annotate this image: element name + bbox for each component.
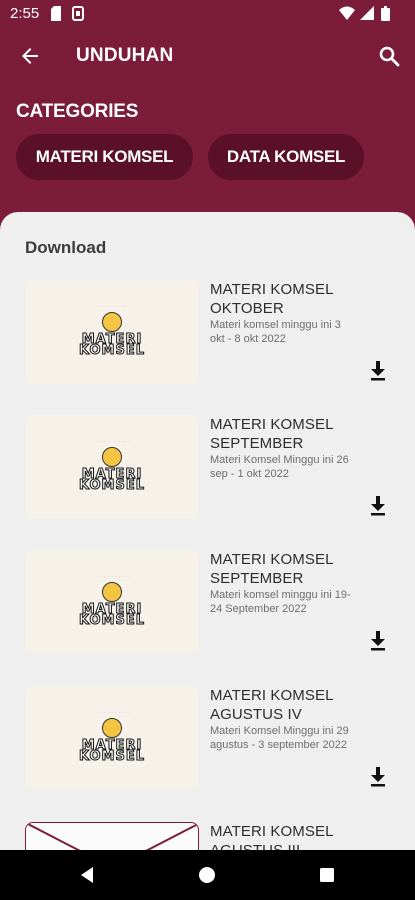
categories-title: CATEGORIES bbox=[16, 101, 139, 122]
category-chip-materi-komsel[interactable]: MATERI KOMSEL bbox=[16, 134, 193, 180]
thumbnail-title-line2: KOMSEL bbox=[78, 343, 145, 359]
mascot-image bbox=[102, 312, 122, 332]
mascot-image bbox=[102, 582, 122, 602]
download-sheet: Download · · · · · · · · · · · · · · · ·… bbox=[0, 212, 415, 850]
download-item[interactable]: · · · · · · · · · · · · · · · · MATERI K… bbox=[0, 280, 415, 390]
item-thumbnail bbox=[25, 822, 199, 850]
download-icon[interactable] bbox=[369, 361, 387, 381]
status-bar: 2:55 bbox=[0, 0, 415, 28]
category-chip-data-komsel[interactable]: DATA KOMSEL bbox=[208, 134, 364, 180]
nav-home-icon[interactable] bbox=[197, 865, 217, 885]
download-heading: Download bbox=[25, 238, 107, 257]
envelope-image bbox=[26, 823, 198, 850]
item-thumbnail: · · · · · · · · · · · · · · · · MATERI K… bbox=[25, 280, 199, 384]
download-item[interactable]: · · · · · · · · · · · · · · · · MATERI K… bbox=[0, 686, 415, 796]
item-title: MATERI KOMSEL OKTOBER bbox=[210, 281, 333, 317]
item-thumbnail: · · · · · · · · · · · · · · · · MATERI K… bbox=[25, 550, 199, 654]
item-description: Materi Komsel Minggu ini 29 agustus - 3 … bbox=[210, 725, 349, 751]
download-item[interactable]: · · · · · · · · · · · · · · · · MATERI K… bbox=[0, 550, 415, 660]
mascot-image bbox=[102, 718, 122, 738]
signal-icon bbox=[360, 6, 374, 20]
search-icon[interactable] bbox=[377, 44, 401, 68]
download-icon[interactable] bbox=[369, 496, 387, 516]
app-bar: UNDUHAN bbox=[0, 28, 415, 84]
item-description: Materi komsel minggu ini 3 okt - 8 okt 2… bbox=[210, 319, 341, 345]
thumbnail-caption: · · · · · · · · · · · · · · · · bbox=[95, 575, 129, 579]
battery-icon bbox=[381, 6, 390, 21]
download-icon[interactable] bbox=[369, 767, 387, 787]
thumbnail-title-line2: KOMSEL bbox=[78, 613, 145, 629]
download-item[interactable]: MATERI KOMSEL AGUSTUS III bbox=[0, 822, 415, 850]
nav-back-icon[interactable] bbox=[77, 865, 97, 885]
wifi-icon bbox=[339, 6, 355, 20]
item-title: MATERI KOMSEL AGUSTUS IV bbox=[210, 687, 333, 723]
item-title: MATERI KOMSEL SEPTEMBER bbox=[210, 551, 333, 587]
status-time: 2:55 bbox=[10, 5, 40, 22]
thumbnail-caption: · · · · · · · · · · · · · · · · bbox=[95, 305, 129, 309]
sim-icon bbox=[72, 6, 84, 21]
item-title: MATERI KOMSEL SEPTEMBER bbox=[210, 416, 333, 452]
download-icon[interactable] bbox=[369, 631, 387, 651]
thumbnail-caption: · · · · · · · · · · · · · · · · bbox=[95, 711, 129, 715]
item-thumbnail: · · · · · · · · · · · · · · · · MATERI K… bbox=[25, 686, 199, 790]
mascot-image bbox=[102, 447, 122, 467]
thumbnail-title-line2: KOMSEL bbox=[78, 478, 145, 494]
sd-card-icon bbox=[51, 6, 61, 21]
page-title: UNDUHAN bbox=[76, 45, 174, 66]
item-description: Materi komsel minggu ini 19-24 September… bbox=[210, 589, 351, 615]
download-item[interactable]: · · · · · · · · · · · · · · · · MATERI K… bbox=[0, 415, 415, 525]
thumbnail-caption: · · · · · · · · · · · · · · · · bbox=[95, 440, 129, 444]
system-nav-bar bbox=[0, 850, 415, 900]
nav-recents-icon[interactable] bbox=[317, 865, 337, 885]
back-arrow-icon[interactable] bbox=[18, 44, 42, 68]
item-description: Materi Komsel Minggu ini 26 sep - 1 okt … bbox=[210, 454, 349, 480]
item-title: MATERI KOMSEL AGUSTUS III bbox=[210, 823, 333, 850]
item-thumbnail: · · · · · · · · · · · · · · · · MATERI K… bbox=[25, 415, 199, 519]
thumbnail-title-line2: KOMSEL bbox=[78, 749, 145, 765]
